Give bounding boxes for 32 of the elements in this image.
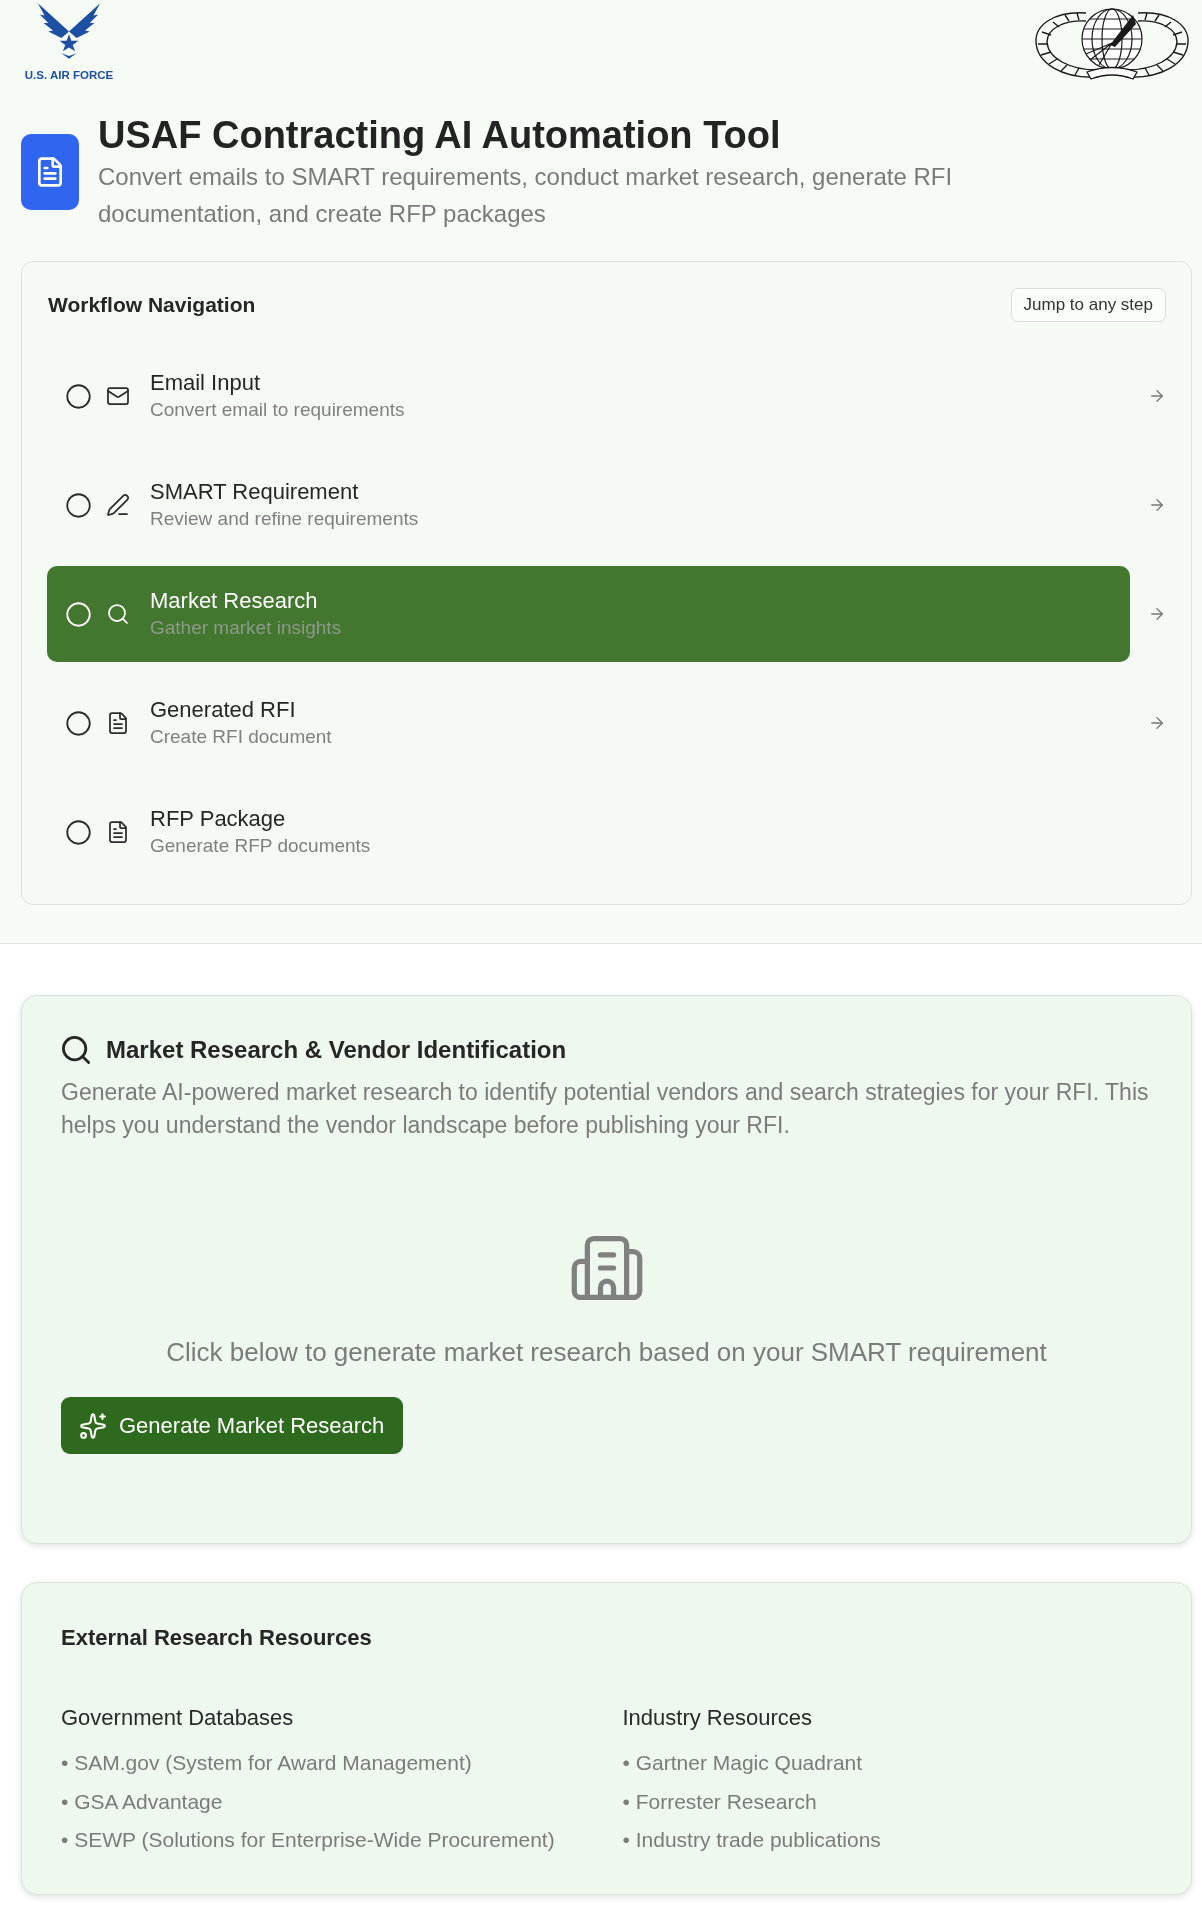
column-heading: Industry Resources [622, 1704, 814, 1732]
app-title: USAF Contracting AI Automation Tool [98, 113, 782, 158]
document-icon [21, 134, 79, 210]
logo-text: U.S. AIR FORCE [24, 68, 114, 82]
workflow-step[interactable]: Generated RFI Create RFI document [47, 675, 1130, 771]
sparkles-icon [80, 1412, 106, 1439]
wings-icon [36, 2, 102, 59]
jump-hint-badge: Jump to any step [1010, 288, 1166, 322]
section-title: External Research Resources [61, 1624, 373, 1652]
section-title: Market Research & Vendor Identification [106, 1035, 567, 1065]
column-heading: Government Databases [61, 1704, 295, 1732]
workflow-step[interactable]: Email Input Convert email to requirements [47, 348, 1130, 444]
envelope-icon [106, 384, 130, 408]
search-icon [106, 602, 130, 626]
resource-item: • Forrester Research [622, 1788, 818, 1815]
empty-state-message: Click below to generate market research based on your SMART requirement [166, 1336, 1047, 1369]
search-icon [62, 1036, 90, 1064]
resource-item: • SAM.gov (System for Award Management) [61, 1750, 473, 1776]
workflow-step[interactable]: RFP Package Generate RFP documents [47, 784, 1130, 880]
card-title: Workflow Navigation [48, 292, 256, 319]
resource-item: • Industry trade publications [622, 1827, 882, 1853]
resource-item: • Gartner Magic Quadrant [622, 1750, 864, 1776]
generate-button[interactable]: Generate Market Research [61, 1397, 404, 1454]
app-subtitle: Convert emails to SMART requirements, conduct market research, generate RFI documentation, and create RFP packages [98, 162, 954, 229]
workflow-step[interactable]: SMART Requirement Review and refine requirements [47, 457, 1130, 553]
section-description: Generate AI-powered market research to identify potential vendors and search strategies for your RFI. This helps you understand the vendor landscape before publishing your RFI. [61, 1078, 1150, 1140]
workflow-step[interactable]: Market Research Gather market insights [47, 566, 1130, 662]
document-icon [106, 711, 130, 735]
document-icon [106, 820, 130, 844]
pencil-icon [106, 493, 130, 517]
resource-item: • GSA Advantage [61, 1788, 224, 1815]
resource-item: • SEWP (Solutions for Enterprise-Wide Procurement) [61, 1827, 556, 1853]
